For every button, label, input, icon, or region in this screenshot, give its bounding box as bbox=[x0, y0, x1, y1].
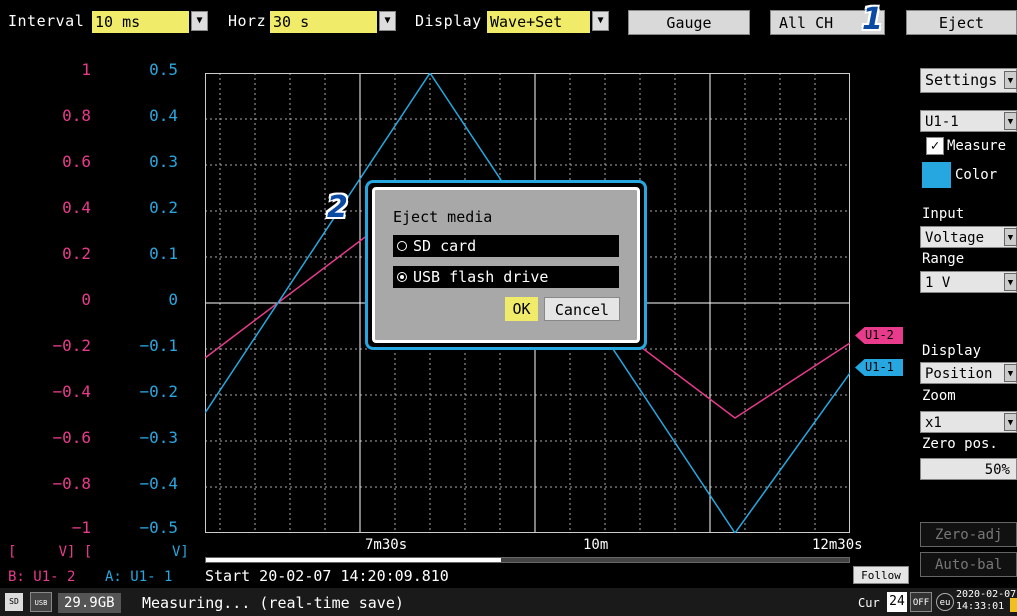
range-dropdown-icon[interactable]: ▼ bbox=[1004, 273, 1017, 291]
range-label: Range bbox=[922, 251, 965, 267]
marker-u1-2: U1-2 bbox=[855, 327, 903, 344]
status-time: 14:33:01 bbox=[956, 601, 1005, 612]
y-tick-a: −0.4 bbox=[139, 474, 178, 493]
top-toolbar: Interval 10 ms ▼ Horz 30 s ▼ Display Wav… bbox=[0, 0, 1017, 42]
channel-count-badge: 24 bbox=[887, 592, 907, 612]
y-tick-b: 0.2 bbox=[62, 244, 91, 263]
y-tick-a: −0.3 bbox=[139, 428, 178, 447]
eject-button[interactable]: Eject bbox=[906, 10, 1017, 35]
color-swatch[interactable] bbox=[922, 162, 951, 188]
y-tick-b: 1 bbox=[81, 60, 91, 79]
y-tick-b: 0.8 bbox=[62, 106, 91, 125]
unit-label-a: V] bbox=[172, 544, 189, 560]
status-date: 2020-02-07 bbox=[956, 589, 1017, 600]
y-tick-a: −0.5 bbox=[139, 518, 178, 537]
y-tick-a: 0.5 bbox=[149, 60, 178, 79]
y-tick-a: −0.1 bbox=[139, 336, 178, 355]
usb-icon: USB bbox=[30, 592, 52, 612]
zoom-label: Zoom bbox=[922, 388, 956, 404]
input-dropdown-icon[interactable]: ▼ bbox=[1004, 228, 1017, 246]
y-tick-b: −0.8 bbox=[52, 474, 91, 493]
y-tick-b: 0 bbox=[81, 290, 91, 309]
input-select[interactable]: Voltage bbox=[920, 226, 1017, 248]
zoom-select[interactable]: x1 bbox=[920, 411, 1017, 433]
y-tick-a: 0.4 bbox=[149, 106, 178, 125]
y-tick-b: 0.4 bbox=[62, 198, 91, 217]
zero-pos-field[interactable]: 50% bbox=[920, 458, 1017, 480]
free-space: 29.9GB bbox=[58, 593, 121, 613]
unit-label-b: [ V] [ bbox=[8, 544, 93, 560]
channel-select[interactable]: U1-1 bbox=[920, 110, 1017, 132]
horz-dropdown-icon[interactable]: ▼ bbox=[379, 11, 396, 31]
channel-b-label: B: U1- 2 bbox=[8, 569, 76, 585]
y-tick-a: 0.1 bbox=[149, 244, 178, 263]
interval-dropdown-icon[interactable]: ▼ bbox=[191, 11, 208, 31]
eu-icon: eu bbox=[936, 593, 954, 611]
cancel-button[interactable]: Cancel bbox=[544, 297, 620, 321]
channel-dropdown-icon[interactable]: ▼ bbox=[1004, 112, 1017, 130]
range-select[interactable]: 1 V bbox=[920, 271, 1017, 293]
marker-u1-1: U1-1 bbox=[855, 359, 903, 376]
interval-field[interactable]: 10 ms bbox=[92, 11, 189, 33]
y-tick-a: 0 bbox=[168, 290, 178, 309]
sd-card-icon: SD bbox=[5, 593, 23, 611]
panel-display-label: Display bbox=[922, 343, 982, 359]
ok-button[interactable]: OK bbox=[505, 297, 538, 321]
y-tick-a: 0.3 bbox=[149, 152, 178, 171]
display-mode-select[interactable]: Position bbox=[920, 362, 1017, 384]
measure-label: Measure bbox=[947, 138, 1007, 154]
y-tick-b: −1 bbox=[71, 518, 91, 537]
y-tick-b: 0.6 bbox=[62, 152, 91, 171]
cursor-label: Cur bbox=[858, 596, 880, 610]
display-dropdown-icon[interactable]: ▼ bbox=[592, 11, 609, 31]
display-mode-dropdown-icon[interactable]: ▼ bbox=[1004, 364, 1017, 382]
measure-checkbox[interactable]: ✓ bbox=[926, 137, 944, 155]
settings-dropdown-icon[interactable]: ▼ bbox=[1004, 71, 1017, 89]
status-bar: SD USB 29.9GB Measuring... (real-time sa… bbox=[0, 588, 1017, 616]
y-tick-a: 0.2 bbox=[149, 198, 178, 217]
display-field[interactable]: Wave+Set bbox=[487, 11, 590, 33]
radio-dot bbox=[400, 275, 404, 279]
time-scrollbar[interactable] bbox=[205, 557, 850, 563]
horz-field[interactable]: 30 s bbox=[270, 11, 377, 33]
step-2-marker: 2 bbox=[327, 190, 348, 225]
horz-label: Horz bbox=[228, 12, 267, 30]
y-tick-b: −0.4 bbox=[52, 382, 91, 401]
follow-button[interactable]: Follow bbox=[853, 566, 909, 584]
y-tick-b: −0.6 bbox=[52, 428, 91, 447]
zero-adj-button[interactable]: Zero-adj bbox=[920, 522, 1017, 547]
channel-a-label: A: U1- 1 bbox=[105, 569, 173, 585]
zoom-dropdown-icon[interactable]: ▼ bbox=[1004, 413, 1017, 431]
color-label: Color bbox=[955, 167, 998, 183]
sd-radio-icon[interactable] bbox=[397, 241, 407, 251]
scrollbar-thumb[interactable] bbox=[206, 558, 501, 562]
battery-icon bbox=[1010, 598, 1017, 612]
x-tick: 12m30s bbox=[812, 537, 863, 553]
auto-bal-button[interactable]: Auto-bal bbox=[920, 552, 1017, 577]
off-badge: OFF bbox=[910, 592, 932, 612]
usb-radio-selected-icon[interactable] bbox=[397, 272, 407, 282]
x-tick: 7m30s bbox=[365, 537, 408, 553]
start-time: Start 20-02-07 14:20:09.810 bbox=[205, 567, 449, 585]
step-1-marker: 1 bbox=[862, 2, 883, 37]
option-usb-flash-drive[interactable]: USB flash drive bbox=[393, 266, 619, 288]
y-tick-a: −0.2 bbox=[139, 382, 178, 401]
gauge-button[interactable]: Gauge bbox=[628, 10, 750, 35]
x-tick: 10m bbox=[583, 537, 609, 553]
option-sd-card[interactable]: SD card bbox=[393, 235, 619, 257]
dialog-title: Eject media bbox=[393, 208, 493, 226]
status-message: Measuring... (real-time save) bbox=[142, 594, 404, 612]
input-label: Input bbox=[922, 206, 965, 222]
settings-select[interactable]: Settings bbox=[920, 68, 1017, 93]
interval-label: Interval bbox=[8, 12, 85, 30]
y-tick-b: −0.2 bbox=[52, 336, 91, 355]
zero-pos-label: Zero pos. bbox=[922, 436, 998, 452]
display-label: Display bbox=[415, 12, 482, 30]
